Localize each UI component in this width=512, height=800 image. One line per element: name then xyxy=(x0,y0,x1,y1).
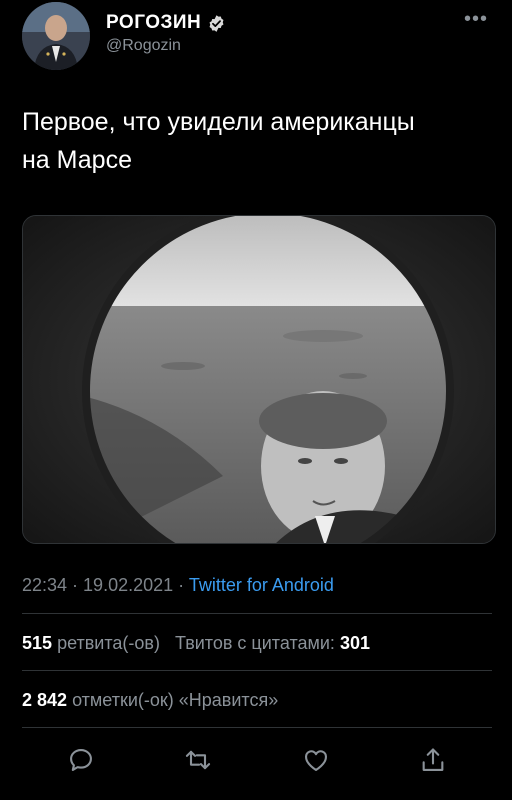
mars-porthole-image xyxy=(23,216,495,543)
meta-separator: · xyxy=(67,575,84,595)
quotes-count[interactable]: 301 xyxy=(340,633,370,653)
verified-badge-icon xyxy=(209,14,224,32)
retweet-icon[interactable] xyxy=(184,746,212,774)
like-count[interactable]: 2 842 xyxy=(22,690,67,710)
action-bar xyxy=(22,735,492,785)
retweet-label[interactable]: ретвита(-ов) xyxy=(57,633,160,653)
divider xyxy=(22,670,492,671)
divider xyxy=(22,727,492,728)
tweet-text: Первое, что увидели американцы на Марсе xyxy=(22,103,492,179)
name-block: РОГОЗИН @Rogozin xyxy=(106,12,226,55)
share-icon[interactable] xyxy=(419,746,447,774)
tweet-meta: 22:34 · 19.02.2021 · Twitter for Android xyxy=(22,575,334,596)
tweet-media-image[interactable] xyxy=(22,215,496,544)
avatar[interactable] xyxy=(22,2,90,70)
display-name[interactable]: РОГОЗИН xyxy=(106,12,201,34)
quotes-label[interactable]: Твитов с цитатами: xyxy=(175,633,335,653)
tweet-time[interactable]: 22:34 xyxy=(22,575,67,595)
like-icon[interactable] xyxy=(302,746,330,774)
retweet-count[interactable]: 515 xyxy=(22,633,52,653)
tweet-source-link[interactable]: Twitter for Android xyxy=(189,575,334,595)
divider xyxy=(22,613,492,614)
name-row: РОГОЗИН xyxy=(106,12,226,34)
reply-icon[interactable] xyxy=(67,746,95,774)
tweet-text-line2: на Марсе xyxy=(22,146,132,174)
avatar-photo xyxy=(22,2,90,70)
retweet-stats: 515 ретвита(-ов) Твитов с цитатами: 301 xyxy=(22,633,370,654)
more-horizontal-icon[interactable]: ••• xyxy=(464,8,488,31)
tweet-header: РОГОЗИН @Rogozin ••• xyxy=(22,2,492,76)
like-label[interactable]: отметки(-ок) «Нравится» xyxy=(72,690,278,710)
meta-separator: · xyxy=(173,575,189,595)
user-handle[interactable]: @Rogozin xyxy=(106,37,226,55)
like-stats: 2 842 отметки(-ок) «Нравится» xyxy=(22,690,278,711)
tweet-text-line1: Первое, что увидели американцы xyxy=(22,108,415,136)
tweet-date[interactable]: 19.02.2021 xyxy=(83,575,173,595)
